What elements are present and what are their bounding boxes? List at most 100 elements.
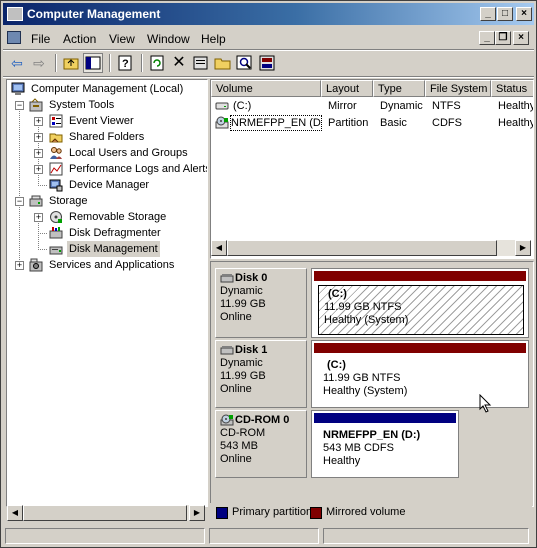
volume-row[interactable]: (C:) Mirror Dynamic NTFS Healthy [211, 98, 533, 114]
maximize-button[interactable]: □ [497, 7, 513, 21]
tree-label-selected: Disk Management [67, 241, 160, 257]
partition-name: (C:) [328, 288, 347, 300]
help-icon[interactable]: ? [115, 53, 135, 73]
disk-info-panel[interactable]: CD-ROM 0 CD-ROM 543 MB Online [215, 410, 307, 478]
tree-item-disk-management[interactable]: Disk Management [7, 241, 207, 257]
menu-file[interactable]: File [31, 32, 50, 46]
volume-list[interactable]: Volume Layout Type File System Status (C… [210, 79, 534, 259]
tree-item-disk-defragmenter[interactable]: Disk Defragmenter [7, 225, 207, 241]
defragmenter-icon [49, 226, 63, 240]
hard-disk-icon [220, 273, 234, 284]
mdi-restore-button[interactable]: ❐ [495, 31, 511, 45]
tree-item-services-applications[interactable]: + Services and Applications [7, 257, 207, 273]
disk-row[interactable]: CD-ROM 0 CD-ROM 543 MB Online NRMEFPP_EN… [215, 410, 529, 478]
toolbar-separator [109, 54, 111, 72]
column-header-file-system[interactable]: File System [425, 80, 491, 97]
partition-area[interactable]: (C:) 11.99 GB NTFS Healthy (System) [311, 340, 529, 408]
column-header-volume[interactable]: Volume [211, 80, 321, 97]
mdi-close-button[interactable]: × [513, 31, 529, 45]
disk-name: Disk 1 [235, 344, 268, 356]
tree-label: Services and Applications [49, 259, 175, 271]
scroll-right-arrow-icon[interactable]: ▶ [189, 505, 205, 521]
tree-item-shared-folders[interactable]: + Shared Folders [7, 129, 207, 145]
scroll-left-arrow-icon[interactable]: ◀ [7, 505, 23, 521]
tree-item-performance-logs[interactable]: + Performance Logs and Alerts [7, 161, 207, 177]
disk-info-panel[interactable]: Disk 1 Dynamic 11.99 GB Online [215, 340, 307, 408]
expand-icon[interactable]: + [34, 133, 43, 142]
mdi-minimize-button[interactable]: _ [479, 31, 495, 45]
menu-window[interactable]: Window [147, 32, 190, 46]
menu-view[interactable]: View [109, 32, 135, 46]
volume-status: Healthy [498, 117, 533, 129]
refresh-icon[interactable] [147, 53, 167, 73]
tree-item-storage[interactable]: − Storage [7, 193, 207, 209]
tree-item-root[interactable]: Computer Management (Local) [7, 81, 207, 97]
disk-row[interactable]: Disk 0 Dynamic 11.99 GB Online (C:) 11.9… [215, 268, 529, 338]
expand-icon[interactable]: + [34, 165, 43, 174]
volume-row[interactable]: NRMEFPP_EN (D:) Partition Basic CDFS Hea… [211, 115, 533, 131]
properties-icon[interactable] [191, 53, 211, 73]
cd-rom-icon [220, 414, 234, 426]
partition-block[interactable]: (C:) 11.99 GB NTFS Healthy (System) [318, 357, 524, 405]
partition-block[interactable]: NRMEFPP_EN (D:) 543 MB CDFS Healthy [318, 427, 454, 475]
partition-area[interactable]: NRMEFPP_EN (D:) 543 MB CDFS Healthy [311, 410, 459, 478]
expand-icon[interactable]: + [15, 261, 24, 270]
console-tree[interactable]: Computer Management (Local) − System Too… [6, 79, 208, 507]
show-hide-tree-icon[interactable] [83, 53, 103, 73]
close-button[interactable]: × [516, 7, 532, 21]
cd-drive-icon [215, 116, 229, 130]
volume-name: (C:) [233, 100, 252, 112]
tree-item-removable-storage[interactable]: + Removable Storage [7, 209, 207, 225]
partition-status: Healthy (System) [324, 314, 409, 326]
column-header-layout[interactable]: Layout [321, 80, 373, 97]
partition-area[interactable]: (C:) 11.99 GB NTFS Healthy (System) [311, 268, 529, 338]
back-arrow-icon[interactable]: ⇦ [7, 53, 27, 73]
expand-icon[interactable]: + [34, 149, 43, 158]
system-menu-icon[interactable] [7, 31, 21, 44]
forward-arrow-icon[interactable]: ⇨ [29, 53, 49, 73]
status-panel [323, 528, 529, 544]
partition-detail: 11.99 GB NTFS [324, 301, 402, 313]
up-folder-icon[interactable] [61, 53, 81, 73]
tree-item-event-viewer[interactable]: + Event Viewer [7, 113, 207, 129]
partition-status: Healthy [323, 455, 361, 467]
tree-item-local-users[interactable]: + Local Users and Groups [7, 145, 207, 161]
tree-label: Storage [49, 195, 88, 207]
title-bar[interactable]: Computer Management _ □ × [3, 3, 534, 25]
column-header-type[interactable]: Type [373, 80, 425, 97]
collapse-icon[interactable]: − [15, 197, 24, 206]
disk-name: CD-ROM 0 [235, 414, 290, 426]
disk-state: Online [220, 311, 252, 323]
computer-management-window: Computer Management _ □ × File Action Vi… [0, 0, 537, 548]
tree-line [38, 249, 47, 250]
tree-label: Device Manager [69, 179, 150, 191]
expand-icon[interactable]: + [34, 117, 43, 126]
minimize-button[interactable]: _ [480, 7, 496, 21]
tree-label: System Tools [49, 99, 115, 111]
partition-block-selected[interactable]: (C:) 11.99 GB NTFS Healthy (System) [318, 285, 524, 335]
expand-icon[interactable]: + [34, 213, 43, 222]
scroll-left-arrow-icon[interactable]: ◀ [211, 240, 227, 256]
column-header-status[interactable]: Status [491, 80, 533, 97]
collapse-icon[interactable]: − [15, 101, 24, 110]
disk-graphical-view: Disk 0 Dynamic 11.99 GB Online (C:) 11.9… [210, 261, 534, 507]
removable-storage-icon [49, 210, 63, 224]
scrollbar-thumb[interactable] [23, 505, 187, 521]
search-icon[interactable] [235, 53, 255, 73]
disk-type: CD-ROM [220, 427, 266, 439]
disk-type: Dynamic [220, 357, 263, 369]
volume-list-horizontal-scrollbar[interactable]: ◀ ▶ [211, 240, 531, 256]
menu-bar: File Action View Window Help _ ❐ × [3, 28, 534, 48]
tree-horizontal-scrollbar[interactable]: ◀ ▶ [7, 505, 205, 521]
disk-info-panel[interactable]: Disk 0 Dynamic 11.99 GB Online [215, 268, 307, 338]
disk-properties-icon[interactable] [257, 53, 277, 73]
tree-item-device-manager[interactable]: Device Manager [7, 177, 207, 193]
scroll-right-arrow-icon[interactable]: ▶ [515, 240, 531, 256]
tree-item-system-tools[interactable]: − System Tools [7, 97, 207, 113]
menu-action[interactable]: Action [63, 32, 96, 46]
menu-help[interactable]: Help [201, 32, 226, 46]
scrollbar-thumb[interactable] [227, 240, 497, 256]
open-folder-icon[interactable] [213, 53, 233, 73]
delete-icon[interactable]: ✕ [169, 53, 189, 73]
performance-logs-icon [49, 162, 63, 176]
